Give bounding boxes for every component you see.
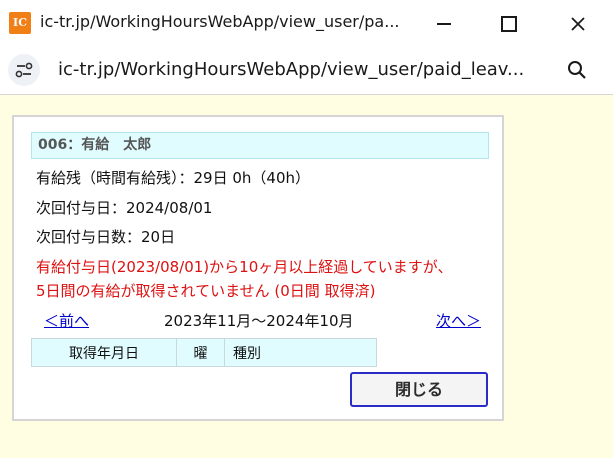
site-info-button[interactable] bbox=[8, 54, 40, 86]
maximize-button[interactable] bbox=[487, 6, 531, 42]
close-button[interactable]: 閉じる bbox=[350, 372, 488, 407]
title-bar: IC ic-tr.jp/WorkingHoursWebApp/view_user… bbox=[0, 0, 613, 46]
browser-window: IC ic-tr.jp/WorkingHoursWebApp/view_user… bbox=[0, 0, 613, 458]
close-window-button[interactable] bbox=[556, 6, 600, 42]
minimize-button[interactable] bbox=[422, 6, 466, 42]
app-logo-icon: IC bbox=[9, 12, 31, 34]
close-icon bbox=[571, 17, 585, 31]
table-header-row: 取得年月日 曜 種別 bbox=[31, 338, 377, 367]
address-bar: ic-tr.jp/WorkingHoursWebApp/view_user/pa… bbox=[0, 46, 613, 95]
paid-leave-panel: 006：有給 太郎 有給残（時間有給残）：29日 0h（40h） 次回付与日：2… bbox=[12, 115, 504, 421]
site-settings-icon bbox=[15, 62, 33, 78]
prev-period-link[interactable]: ＜前へ bbox=[44, 310, 89, 331]
period-label: 2023年11月～2024年10月 bbox=[164, 312, 354, 330]
remaining-leave-text: 有給残（時間有給残）：29日 0h（40h） bbox=[36, 169, 311, 187]
window-title: ic-tr.jp/WorkingHoursWebApp/view_user/pa… bbox=[40, 12, 400, 31]
minimize-icon bbox=[437, 23, 451, 25]
next-grant-date-text: 次回付与日：2024/08/01 bbox=[36, 199, 213, 217]
user-header: 006：有給 太郎 bbox=[31, 132, 489, 159]
warning-text-line1: 有給付与日(2023/08/01)から10ヶ月以上経過していますが、 bbox=[36, 258, 453, 276]
magnifier-icon bbox=[568, 61, 586, 79]
url-field[interactable]: ic-tr.jp/WorkingHoursWebApp/view_user/pa… bbox=[58, 59, 524, 80]
next-period-link[interactable]: 次へ＞ bbox=[436, 310, 481, 331]
next-grant-days-text: 次回付与日数：20日 bbox=[36, 228, 176, 246]
column-header-type: 種別 bbox=[224, 338, 377, 367]
page-content: 006：有給 太郎 有給残（時間有給残）：29日 0h（40h） 次回付与日：2… bbox=[0, 95, 613, 458]
leave-history-table: 取得年月日 曜 種別 bbox=[31, 338, 377, 367]
zoom-button[interactable] bbox=[563, 56, 591, 84]
maximize-icon bbox=[501, 16, 517, 32]
warning-text-line2: 5日間の有給が取得されていません (0日間 取得済) bbox=[36, 282, 376, 300]
column-header-weekday: 曜 bbox=[176, 338, 225, 367]
column-header-date: 取得年月日 bbox=[31, 338, 177, 367]
